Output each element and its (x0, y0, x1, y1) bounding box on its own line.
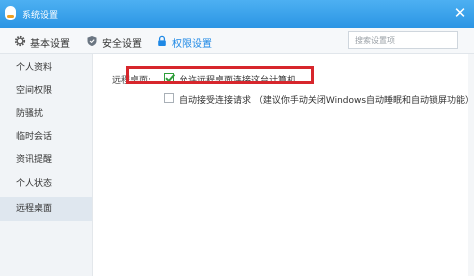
highlight-box (126, 66, 314, 84)
auto-accept-option[interactable]: 自动接受连接请求 （建议你手动关闭Windows自动睡眠和自动锁屏功能） (164, 92, 474, 106)
auto-accept-label: 自动接受连接请求 （建议你手动关闭Windows自动睡眠和自动锁屏功能） (179, 96, 474, 106)
sidebar-item-anti-harassment[interactable]: 防骚扰 (0, 102, 92, 126)
window-title: 系统设置 (22, 11, 59, 21)
tab-security-settings[interactable]: 安全设置 (86, 33, 148, 50)
sidebar-item-remote-desktop[interactable]: 远程桌面 (0, 197, 92, 221)
sidebar-item-news-alert[interactable]: 资讯提醒 (0, 148, 92, 172)
penguin-logo-icon (5, 6, 16, 20)
auto-accept-checkbox[interactable] (164, 93, 174, 103)
sidebar-item-personal-status[interactable]: 个人状态 (0, 172, 92, 196)
tab-label: 权限设置 (172, 39, 212, 50)
lock-icon (158, 35, 166, 46)
close-icon: ✕ (453, 4, 467, 22)
sidebar-item-profile[interactable]: 个人资料 (0, 56, 92, 80)
close-button[interactable]: ✕ (452, 5, 468, 21)
sidebar: 个人资料 空间权限 防骚扰 临时会话 资讯提醒 个人状态 远程桌面 (0, 54, 93, 276)
title-bar: 系统设置 ✕ (0, 0, 474, 28)
tab-permission-settings[interactable]: 权限设置 (156, 33, 218, 50)
tab-basic-settings[interactable]: 基本设置 (14, 33, 84, 50)
sidebar-item-temp-session[interactable]: 临时会话 (0, 125, 92, 149)
search-input[interactable] (348, 31, 458, 49)
shield-icon (87, 36, 97, 46)
scrollbar[interactable] (468, 54, 474, 276)
sidebar-item-space-permission[interactable]: 空间权限 (0, 79, 92, 103)
gear-icon (14, 35, 26, 47)
tab-label: 基本设置 (30, 39, 70, 50)
tab-label: 安全设置 (102, 39, 142, 50)
